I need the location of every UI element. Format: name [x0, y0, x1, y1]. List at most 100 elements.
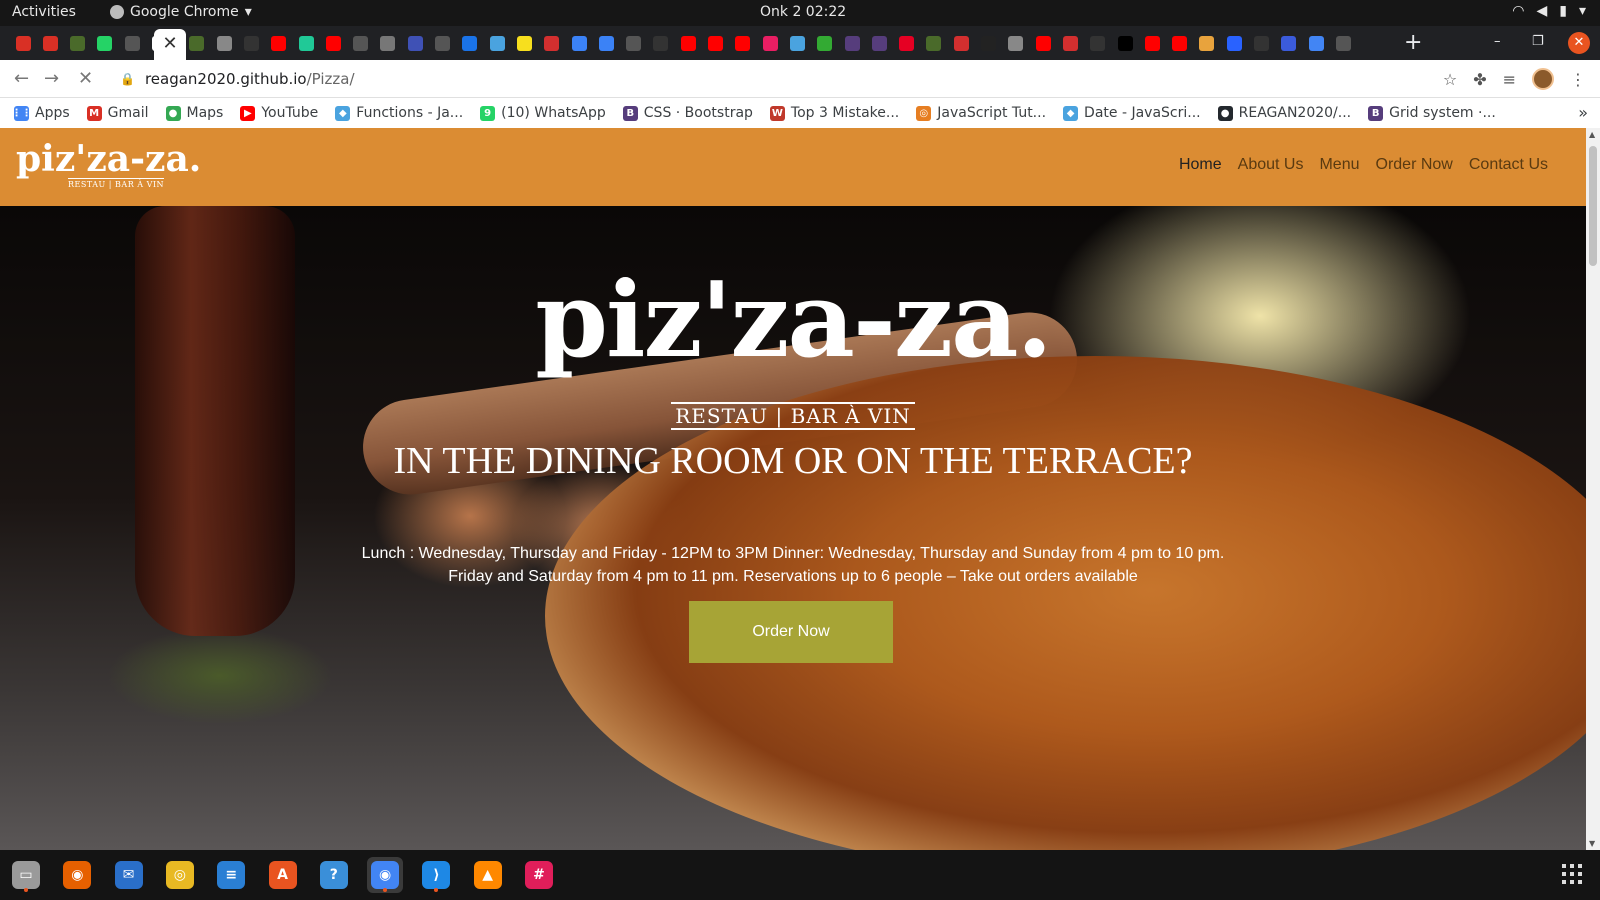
bookmark-item[interactable]: B CSS · Bootstrap — [622, 105, 753, 121]
browser-tab[interactable] — [10, 30, 36, 56]
nav-menu[interactable]: Menu — [1319, 156, 1359, 174]
system-tray[interactable]: ◠ ◀ ▮ ▾ — [1512, 3, 1586, 19]
browser-tab[interactable] — [675, 30, 701, 56]
lock-icon[interactable]: 🔒 — [120, 72, 135, 86]
stop-loading-icon[interactable]: ✕ — [78, 68, 93, 89]
browser-tab[interactable] — [320, 30, 346, 56]
dock-item[interactable]: ⟩ — [418, 857, 454, 893]
dock-item[interactable]: # — [521, 857, 557, 893]
back-arrow-icon[interactable]: ← — [14, 68, 29, 89]
browser-tab[interactable] — [593, 30, 619, 56]
close-window-button[interactable]: ✕ — [1568, 32, 1590, 54]
address-bar[interactable]: 🔒 reagan2020.github.io/Pizza/ — [110, 64, 1450, 94]
more-bookmarks-icon[interactable]: » — [1578, 103, 1588, 122]
dock-item[interactable]: ▭ — [8, 857, 44, 893]
browser-tab[interactable] — [1221, 30, 1247, 56]
dock-item[interactable]: ✉ — [111, 857, 147, 893]
extensions-puzzle-icon[interactable]: ✤ — [1473, 70, 1486, 89]
dock-item[interactable]: A — [265, 857, 301, 893]
bookmark-item[interactable]: ◆ Functions - Ja... — [335, 105, 463, 121]
browser-tab[interactable] — [1249, 30, 1275, 56]
bookmark-item[interactable]: ● Maps — [165, 105, 223, 121]
forward-arrow-icon[interactable]: → — [44, 68, 59, 89]
browser-tab[interactable] — [730, 30, 756, 56]
browser-tab[interactable] — [866, 30, 892, 56]
browser-tab[interactable] — [1085, 30, 1111, 56]
browser-tab[interactable] — [1003, 30, 1029, 56]
nav-order[interactable]: Order Now — [1376, 156, 1453, 174]
browser-tab[interactable] — [266, 30, 292, 56]
browser-tab[interactable] — [976, 30, 1002, 56]
browser-tab[interactable] — [484, 30, 510, 56]
browser-tab[interactable] — [1194, 30, 1220, 56]
bookmark-item[interactable]: ● REAGAN2020/... — [1217, 105, 1351, 121]
dock-item[interactable]: ? — [316, 857, 352, 893]
bookmark-item[interactable]: ⋮⋮ Apps — [12, 105, 70, 121]
maximize-button[interactable]: ❐ — [1532, 34, 1544, 49]
browser-tab[interactable] — [119, 30, 145, 56]
browser-tab[interactable] — [430, 30, 456, 56]
browser-tab[interactable] — [348, 30, 374, 56]
browser-tab[interactable] — [566, 30, 592, 56]
nav-contact[interactable]: Contact Us — [1469, 156, 1548, 174]
browser-tab[interactable] — [375, 30, 401, 56]
dock-item[interactable]: ▲ — [470, 857, 506, 893]
bookmark-item[interactable]: ▶ YouTube — [240, 105, 318, 121]
show-applications-icon[interactable] — [1562, 864, 1582, 884]
scrollbar-thumb[interactable] — [1589, 146, 1597, 266]
new-tab-button[interactable]: + — [1404, 30, 1422, 56]
browser-tab[interactable] — [1330, 30, 1356, 56]
dock-item[interactable]: ◎ — [162, 857, 198, 893]
browser-tab[interactable] — [839, 30, 865, 56]
active-tab-close-icon[interactable]: ✕ — [154, 29, 186, 60]
browser-tab[interactable] — [92, 30, 118, 56]
browser-tab[interactable] — [921, 30, 947, 56]
browser-tab[interactable] — [1112, 30, 1138, 56]
dock-item[interactable]: ◉ — [59, 857, 95, 893]
kebab-menu-icon[interactable]: ⋮ — [1570, 70, 1586, 89]
browser-tab[interactable] — [812, 30, 838, 56]
browser-tab[interactable] — [1167, 30, 1193, 56]
page-scrollbar[interactable]: ▲ ▼ — [1586, 128, 1600, 850]
scroll-up-icon[interactable]: ▲ — [1589, 130, 1595, 139]
bookmark-item[interactable]: ◆ Date - JavaScri... — [1063, 105, 1201, 121]
browser-tab[interactable] — [184, 30, 210, 56]
nav-about[interactable]: About Us — [1238, 156, 1304, 174]
browser-tab[interactable] — [293, 30, 319, 56]
scroll-down-icon[interactable]: ▼ — [1589, 839, 1595, 848]
bookmark-item[interactable]: W Top 3 Mistake... — [769, 105, 899, 121]
browser-tab[interactable] — [1057, 30, 1083, 56]
browser-tab[interactable] — [621, 30, 647, 56]
browser-tab[interactable] — [784, 30, 810, 56]
activities-button[interactable]: Activities — [12, 4, 76, 20]
browser-tab[interactable] — [703, 30, 729, 56]
browser-tab[interactable] — [1030, 30, 1056, 56]
clock[interactable]: Onk 2 02:22 — [760, 4, 846, 20]
order-now-button[interactable]: Order Now — [689, 601, 893, 663]
dock-item[interactable]: ≡ — [213, 857, 249, 893]
browser-tab[interactable] — [539, 30, 565, 56]
browser-tab[interactable] — [648, 30, 674, 56]
browser-tab[interactable] — [948, 30, 974, 56]
minimize-button[interactable]: – — [1494, 34, 1501, 49]
app-menu[interactable]: Google Chrome ▾ — [110, 4, 252, 20]
bookmark-item[interactable]: M Gmail — [86, 105, 149, 121]
profile-avatar[interactable] — [1532, 68, 1554, 90]
bookmark-item[interactable]: B Grid system ·... — [1368, 105, 1496, 121]
browser-tab[interactable] — [457, 30, 483, 56]
dock-item[interactable]: ◉ — [367, 857, 404, 893]
site-logo[interactable]: piz'za-za. — [16, 138, 201, 180]
browser-tab[interactable] — [65, 30, 91, 56]
browser-tab[interactable] — [402, 30, 428, 56]
bookmark-star-icon[interactable]: ☆ — [1443, 70, 1457, 89]
bookmark-item[interactable]: 9 (10) WhatsApp — [480, 105, 606, 121]
browser-tab[interactable] — [37, 30, 63, 56]
nav-home[interactable]: Home — [1179, 156, 1222, 174]
browser-tab[interactable] — [757, 30, 783, 56]
browser-tab[interactable] — [211, 30, 237, 56]
browser-tab[interactable] — [1303, 30, 1329, 56]
browser-tab[interactable] — [894, 30, 920, 56]
browser-tab[interactable] — [1139, 30, 1165, 56]
media-queue-icon[interactable]: ≡ — [1503, 70, 1516, 89]
browser-tab[interactable] — [238, 30, 264, 56]
